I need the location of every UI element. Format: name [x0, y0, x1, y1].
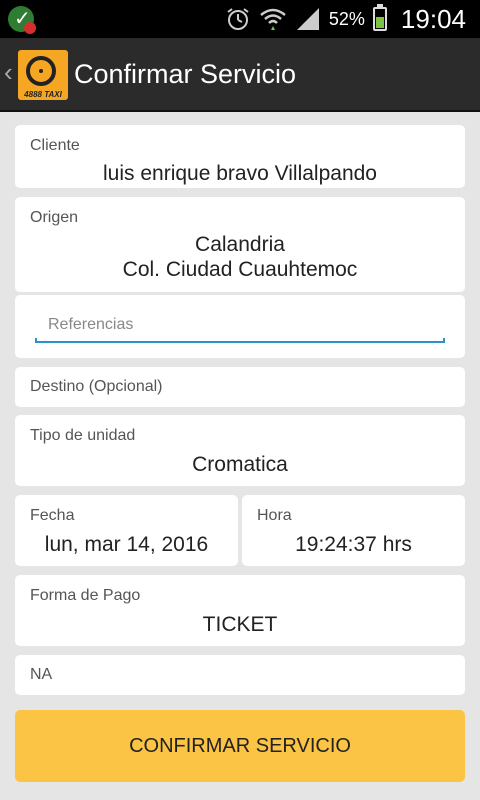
status-bar-right: 52% 19:04 [225, 0, 466, 38]
battery-charging-icon [372, 4, 387, 31]
confirm-service-button[interactable]: CONFIRMAR SERVICIO [15, 710, 465, 782]
steering-wheel-icon [26, 56, 56, 86]
hora-value: 19:24:37 hrs [295, 533, 412, 556]
origen-line1: Calandria [195, 233, 285, 256]
forma-pago-label: Forma de Pago [30, 587, 141, 604]
status-bar: ✓ 52% 19:04 [0, 0, 480, 38]
destino-card[interactable]: Destino (Opcional) [15, 367, 465, 407]
forma-pago-value: TICKET [202, 613, 278, 636]
fecha-label: Fecha [30, 507, 75, 524]
forma-pago-card[interactable]: Forma de Pago TICKET [15, 575, 465, 646]
app-logo[interactable]: 4888 TAXI [18, 50, 68, 100]
alarm-icon [227, 8, 249, 30]
referencias-underline [35, 338, 445, 343]
back-chevron-icon[interactable]: ‹ [4, 58, 13, 86]
hora-label: Hora [257, 507, 292, 524]
origen-card: Origen Calandria Col. Ciudad Cuauhtemoc [15, 197, 465, 292]
page-title: Confirmar Servicio [74, 59, 297, 89]
tipo-unidad-label: Tipo de unidad [30, 427, 136, 444]
status-time: 19:04 [400, 3, 466, 34]
cliente-card: Cliente luis enrique bravo Villalpando [15, 125, 465, 188]
origen-label: Origen [30, 209, 79, 226]
action-bar: ‹ 4888 TAXI Confirmar Servicio [0, 38, 480, 112]
referencias-input[interactable]: Referencias [48, 316, 133, 334]
nota-label: NA [30, 666, 53, 683]
fecha-value: lun, mar 14, 2016 [44, 533, 209, 556]
wifi-icon [260, 8, 286, 30]
signal-icon [296, 8, 319, 30]
cliente-value: luis enrique bravo Villalpando [103, 162, 377, 185]
cliente-label: Cliente [30, 137, 80, 154]
app-notification-icon: ✓ [8, 6, 36, 34]
logo-text: 4888 TAXI [24, 90, 62, 99]
tipo-unidad-value: Cromatica [192, 453, 288, 476]
battery-percent: 52% [328, 8, 365, 29]
hora-card[interactable]: Hora 19:24:37 hrs [242, 495, 465, 566]
fecha-card[interactable]: Fecha lun, mar 14, 2016 [15, 495, 238, 566]
referencias-card[interactable]: Referencias [15, 295, 465, 358]
nota-card: NA [15, 655, 465, 695]
origen-line2: Col. Ciudad Cuauhtemoc [122, 258, 358, 281]
tipo-unidad-card[interactable]: Tipo de unidad Cromatica [15, 415, 465, 486]
destino-label: Destino (Opcional) [30, 378, 163, 395]
